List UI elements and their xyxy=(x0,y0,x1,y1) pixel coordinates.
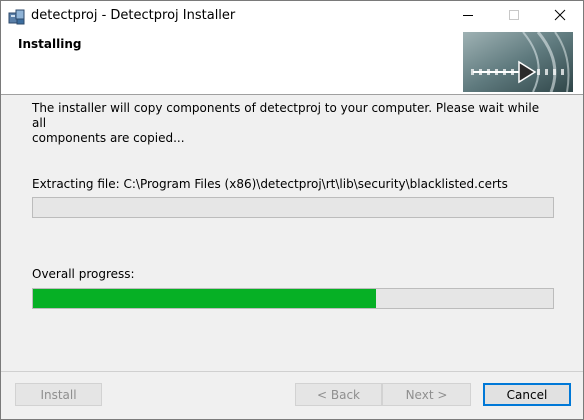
maximize-icon xyxy=(508,9,520,24)
window-title: detectproj - Detectproj Installer xyxy=(31,8,236,23)
install-button[interactable]: Install xyxy=(15,383,102,406)
footer-divider xyxy=(1,371,583,372)
minimize-button[interactable] xyxy=(445,1,491,32)
minimize-icon xyxy=(462,9,474,24)
overall-progress-fill xyxy=(33,289,377,308)
file-progress-bar xyxy=(32,197,554,218)
back-button[interactable]: < Back xyxy=(295,383,382,406)
close-button[interactable] xyxy=(537,1,583,32)
extracting-file-text: Extracting file: C:\Program Files (x86)\… xyxy=(32,177,508,191)
cancel-button[interactable]: Cancel xyxy=(483,383,571,406)
close-icon xyxy=(554,9,566,24)
installer-icon xyxy=(8,8,26,26)
title-bar[interactable]: detectproj - Detectproj Installer xyxy=(1,1,583,32)
header-banner: Installing xyxy=(1,31,583,95)
install-description: The installer will copy components of de… xyxy=(32,101,540,145)
installer-window: detectproj - Detectproj Installer Instal… xyxy=(0,0,584,420)
banner-arrow-graphic xyxy=(463,31,573,93)
overall-progress-bar xyxy=(32,288,554,309)
maximize-button[interactable] xyxy=(491,1,537,32)
page-title: Installing xyxy=(18,37,82,51)
next-button[interactable]: Next > xyxy=(382,383,471,406)
overall-progress-label: Overall progress: xyxy=(32,267,135,281)
